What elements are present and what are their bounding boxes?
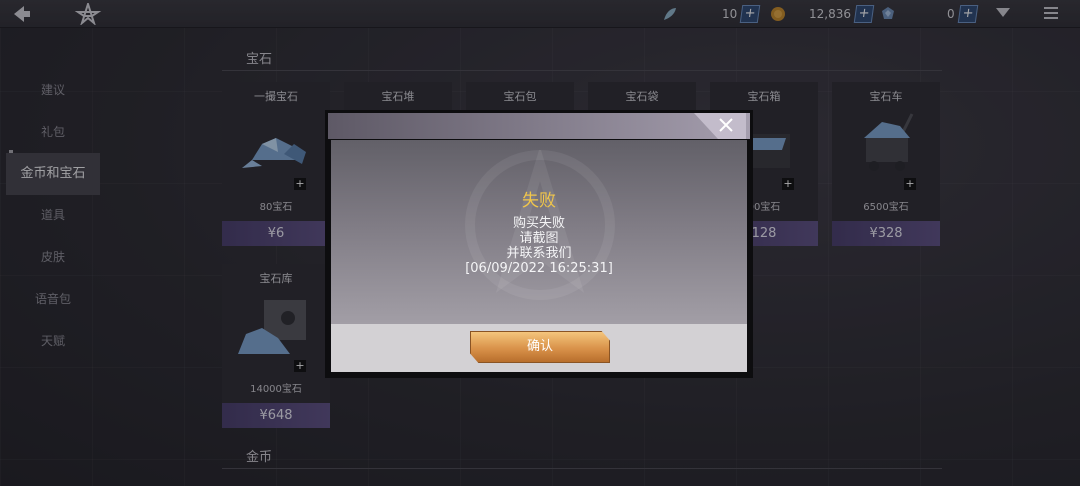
dialog-message-line1: 购买失败 bbox=[512, 216, 565, 231]
dialog-timestamp: [06/09/2022 16:25:31] bbox=[465, 261, 613, 276]
game-shop-screen: 10 + 12,836 + 0 + 建议 礼包 金币和宝石 道具 皮肤 语音包 … bbox=[0, 0, 1080, 486]
dialog-message-line3: 并联系我们 bbox=[506, 246, 572, 261]
dialog-footer: 确认 bbox=[331, 324, 747, 372]
dialog-header bbox=[328, 113, 750, 139]
confirm-button[interactable]: 确认 bbox=[470, 331, 610, 363]
dialog-message-line2: 请截图 bbox=[519, 231, 559, 246]
close-icon[interactable] bbox=[688, 113, 746, 139]
dialog-title: 失败 bbox=[522, 191, 556, 211]
purchase-failed-dialog: 失败 购买失败 请截图 并联系我们 [06/09/2022 16:25:31] … bbox=[325, 110, 753, 378]
dialog-body: 失败 购买失败 请截图 并联系我们 [06/09/2022 16:25:31] bbox=[331, 140, 747, 324]
